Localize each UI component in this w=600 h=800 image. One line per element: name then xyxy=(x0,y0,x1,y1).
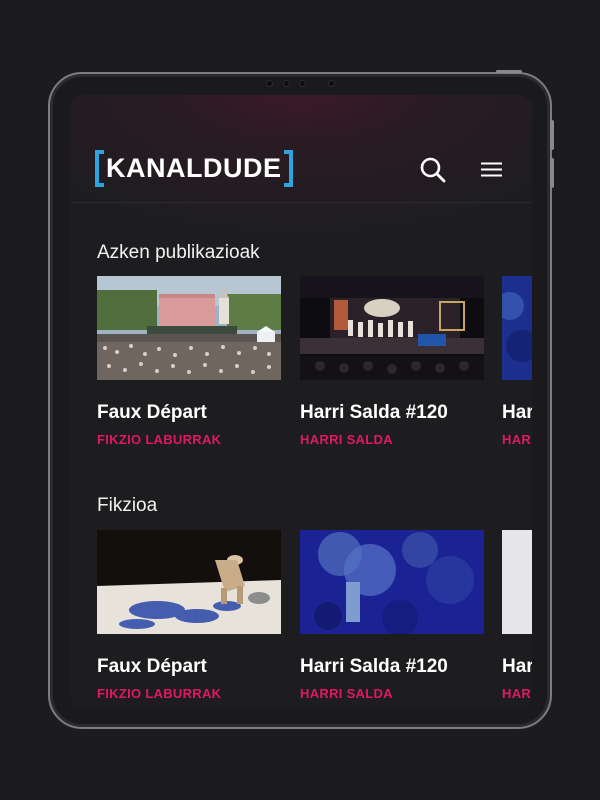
video-card[interactable]: Harri Salda #120 HARRI SALDA xyxy=(300,276,484,447)
carousel-fiction[interactable]: Faux Départ FIKZIO LABURRAK Harri Salda … xyxy=(97,530,532,709)
hamburger-menu-icon xyxy=(481,162,502,177)
front-camera-icon xyxy=(299,80,306,87)
video-category[interactable]: HARRI SALDA xyxy=(502,686,532,701)
video-category[interactable]: FIKZIO LABURRAK xyxy=(97,686,221,701)
video-card[interactable]: Harri Salda #120 HARRI SALDA xyxy=(502,276,532,447)
video-title[interactable]: Harri Salda #120 xyxy=(300,656,448,678)
app-screen: KANALDUDE Azken publikazioak Faux Départ… xyxy=(70,95,532,709)
video-thumbnail[interactable] xyxy=(300,276,484,380)
search-icon xyxy=(420,157,446,183)
video-title[interactable]: Harri Salda #120 xyxy=(300,402,448,424)
search-button[interactable] xyxy=(418,155,448,185)
video-thumbnail[interactable] xyxy=(97,276,281,380)
front-camera-icon xyxy=(283,80,290,87)
menu-button[interactable] xyxy=(476,155,506,185)
video-category[interactable]: HARRI SALDA xyxy=(300,432,393,447)
logo-bracket-right xyxy=(283,150,293,187)
video-category[interactable]: FIKZIO LABURRAK xyxy=(97,432,221,447)
video-title[interactable]: Harri Salda #120 xyxy=(502,402,532,424)
kanaldude-logo[interactable]: KANALDUDE xyxy=(95,150,293,187)
video-title[interactable]: Faux Départ xyxy=(97,656,207,678)
video-title[interactable]: Faux Départ xyxy=(97,402,207,424)
front-camera-icon xyxy=(266,80,273,87)
video-thumbnail[interactable] xyxy=(97,530,281,634)
video-category[interactable]: HARRI SALDA xyxy=(300,686,393,701)
video-thumbnail[interactable] xyxy=(502,530,532,634)
video-card[interactable]: Harri Salda #120 HARRI SALDA xyxy=(300,530,484,701)
content-area: Azken publikazioak Faux Départ FIKZIO LA… xyxy=(70,204,532,709)
front-camera-icon xyxy=(328,80,335,87)
video-card[interactable]: Faux Départ FIKZIO LABURRAK xyxy=(97,276,281,447)
section-title-fiction: Fikzioa xyxy=(97,495,158,516)
section-title-recent: Azken publikazioak xyxy=(97,242,260,263)
video-category[interactable]: HARRI SALDA xyxy=(502,432,532,447)
logo-text: KANALDUDE xyxy=(106,153,282,183)
video-thumbnail[interactable] xyxy=(300,530,484,634)
tablet-volume-button xyxy=(550,158,554,188)
tablet-power-button xyxy=(496,70,522,73)
video-card[interactable]: Faux Départ FIKZIO LABURRAK xyxy=(97,530,281,701)
video-card[interactable]: Harri Salda #120 HARRI SALDA xyxy=(502,530,532,701)
carousel-recent[interactable]: Faux Départ FIKZIO LABURRAK Harri Salda … xyxy=(97,276,532,466)
video-title[interactable]: Harri Salda #120 xyxy=(502,656,532,678)
tablet-frame: KANALDUDE Azken publikazioak Faux Départ… xyxy=(48,70,554,729)
logo-bracket-left xyxy=(95,150,104,187)
app-header: KANALDUDE xyxy=(70,95,532,203)
video-thumbnail[interactable] xyxy=(502,276,532,380)
tablet-volume-button xyxy=(550,120,554,150)
